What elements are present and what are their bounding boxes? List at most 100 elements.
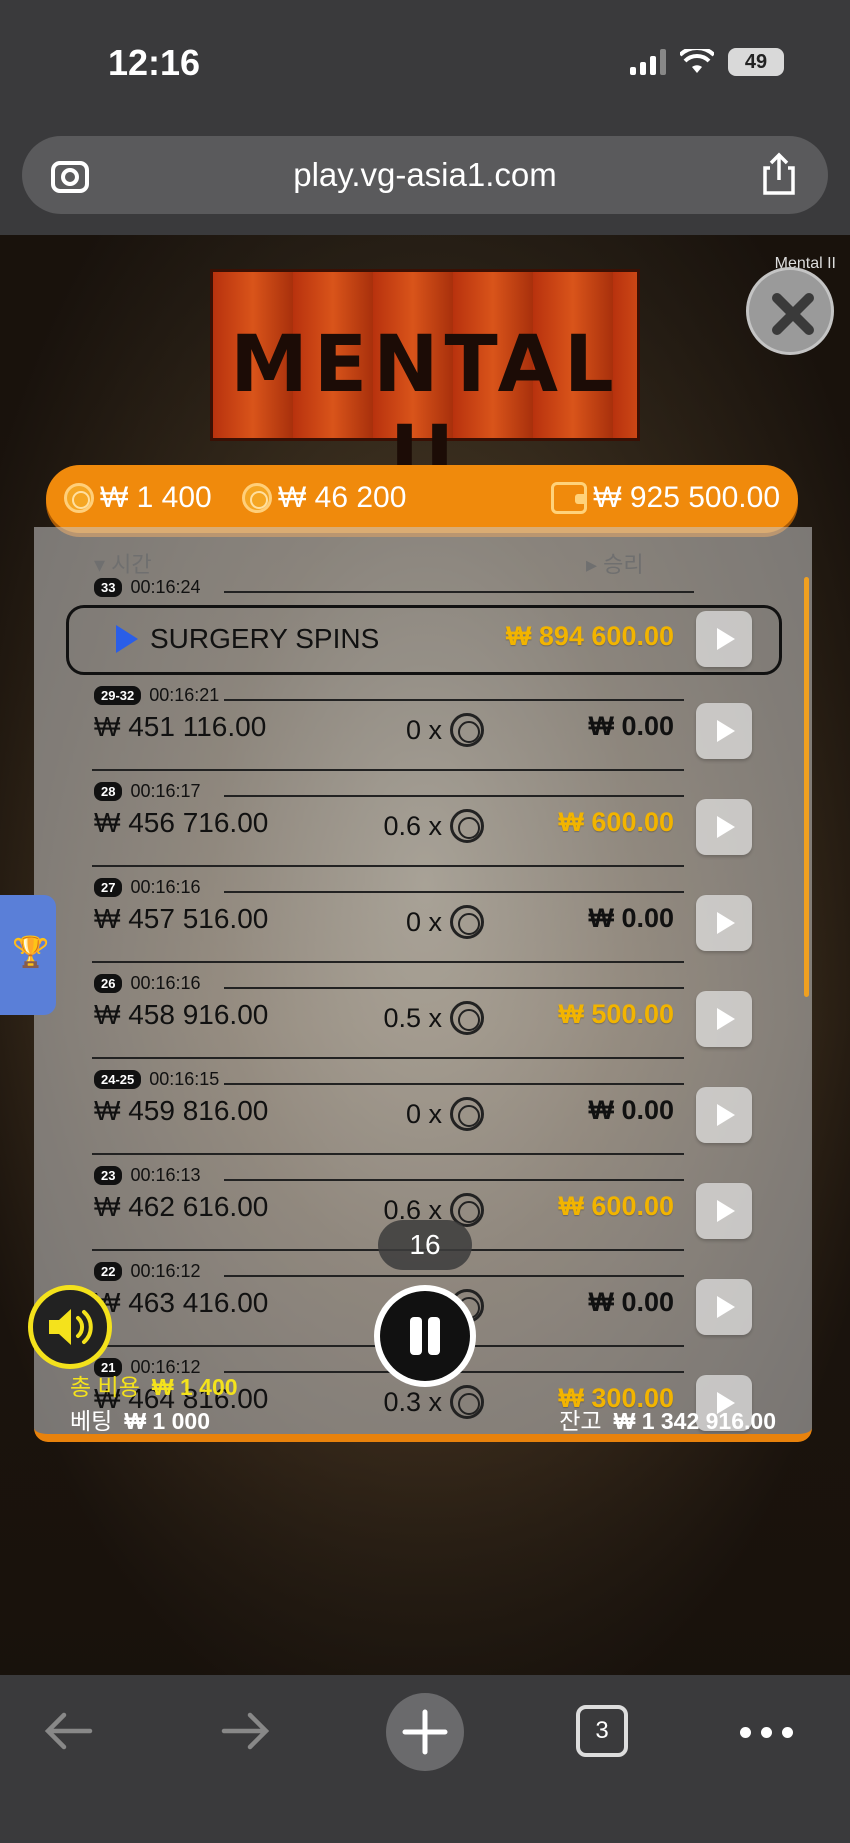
round-badge: 29-32	[94, 686, 142, 705]
time-column-header[interactable]: ▾ 시간	[94, 547, 152, 579]
row-balance: ₩ 463 416.00	[94, 1287, 269, 1318]
round-badge: 26	[94, 974, 123, 993]
row-win: ₩ 500.00	[558, 999, 674, 1029]
leaderboard-tab[interactable]: 🏆	[0, 895, 56, 1015]
new-tab-button[interactable]	[386, 1693, 464, 1771]
row-divider	[224, 1275, 684, 1277]
multiplier-value: 0 x	[405, 906, 442, 937]
row-balance: ₩ 451 116.00	[94, 711, 267, 742]
coin-icon	[64, 483, 94, 513]
sound-button[interactable]	[28, 1285, 112, 1369]
battery-icon: 49	[728, 48, 784, 76]
multiplier-value: 0.3 x	[383, 1386, 442, 1417]
row-divider	[224, 795, 684, 797]
multiplier-value: 0.5 x	[383, 1002, 442, 1033]
replay-button[interactable]	[696, 611, 752, 667]
close-icon[interactable]	[771, 292, 815, 336]
row-meta: 27 00:16:16	[94, 877, 201, 898]
bet-cost-value: ₩ 1 400	[100, 481, 212, 514]
wifi-icon	[680, 49, 714, 73]
bet-value: ₩ 1 000	[124, 1408, 210, 1434]
total-win-stat: ₩ 46 200	[242, 481, 406, 515]
round-badge: 33	[94, 578, 123, 597]
row-time: 00:16:16	[130, 877, 201, 897]
share-icon[interactable]	[760, 152, 798, 196]
row-time: 00:16:13	[130, 1165, 201, 1185]
game-area: Mental II MENTAL II ₩ 1 400 ₩ 46 200 ₩ 9…	[0, 235, 850, 1675]
surgery-text: SURGERY SPINS	[150, 623, 380, 654]
replay-button[interactable]	[696, 799, 752, 855]
trophy-icon: 🏆	[12, 936, 50, 969]
row-multiplier: 0 x	[354, 713, 484, 747]
row-win: ₩ 0.00	[588, 903, 674, 933]
close-button[interactable]	[746, 267, 834, 355]
win-column-header[interactable]: ▸ 승리	[586, 547, 644, 579]
row-meta: 23 00:16:13	[94, 1165, 201, 1186]
replay-button[interactable]	[696, 895, 752, 951]
bet-amount: 베팅 ₩ 1 000	[70, 1402, 210, 1436]
forward-arrow-icon[interactable]	[220, 1709, 272, 1753]
multiplier-value: 0.6 x	[383, 810, 442, 841]
status-bar: 12:16 49 play.vg-asia1.com	[0, 0, 850, 235]
row-divider	[224, 987, 684, 989]
replay-button[interactable]	[696, 703, 752, 759]
tabs-button[interactable]: 3	[576, 1705, 628, 1757]
pause-button[interactable]	[374, 1285, 476, 1387]
replay-button[interactable]	[696, 991, 752, 1047]
row-divider	[224, 1083, 684, 1085]
round-badge: 23	[94, 1166, 123, 1185]
row-meta: 22 00:16:12	[94, 1261, 201, 1282]
row-win: ₩ 0.00	[588, 1095, 674, 1125]
history-row[interactable]: 28 00:16:17 ₩ 456 716.00 0.6 x ₩ 600.00	[34, 771, 812, 867]
history-row[interactable]: 26 00:16:16 ₩ 458 916.00 0.5 x ₩ 500.00	[34, 963, 812, 1059]
stats-bar: ₩ 1 400 ₩ 46 200 ₩ 925 500.00	[46, 465, 798, 533]
row-win: ₩ 894 600.00	[505, 621, 674, 651]
history-row[interactable]: 24-25 00:16:15 ₩ 459 816.00 0 x ₩ 0.00	[34, 1059, 812, 1155]
surgery-label: SURGERY SPINS	[116, 623, 379, 655]
row-multiplier: 0 x	[354, 1097, 484, 1131]
total-win-value: ₩ 46 200	[278, 481, 407, 514]
coin-icon	[242, 483, 272, 513]
row-divider	[224, 591, 694, 593]
row-time: 00:16:17	[130, 781, 201, 801]
history-row[interactable]: 29-32 00:16:21 ₩ 451 116.00 0 x ₩ 0.00	[34, 675, 812, 771]
history-row[interactable]: 27 00:16:16 ₩ 457 516.00 0 x ₩ 0.00	[34, 867, 812, 963]
history-row-surgery[interactable]: 33 00:16:24 SURGERY SPINS ₩ 894 600.00	[34, 577, 812, 675]
url-text[interactable]: play.vg-asia1.com	[22, 156, 828, 194]
plus-icon	[402, 1709, 448, 1755]
row-win: ₩ 0.00	[588, 711, 674, 741]
row-win: ₩ 600.00	[558, 807, 674, 837]
row-meta: 24-25 00:16:15	[94, 1069, 219, 1090]
browser-toolbar: 3	[0, 1675, 850, 1843]
replay-button[interactable]	[696, 1279, 752, 1335]
row-divider	[92, 1441, 684, 1442]
row-divider	[224, 1179, 684, 1181]
row-time: 00:16:24	[130, 577, 201, 597]
row-multiplier: 0 x	[354, 905, 484, 939]
replay-button[interactable]	[696, 1087, 752, 1143]
row-meta: 33 00:16:24	[94, 577, 201, 598]
round-badge: 22	[94, 1262, 123, 1281]
row-balance: ₩ 458 916.00	[94, 999, 269, 1030]
pause-icon	[380, 1291, 470, 1381]
round-badge: 27	[94, 878, 123, 897]
round-badge: 28	[94, 782, 123, 801]
back-arrow-icon[interactable]	[42, 1709, 94, 1753]
balance-value: ₩ 1 342 916.00	[613, 1408, 776, 1434]
status-time: 12:16	[108, 42, 201, 83]
url-bar[interactable]: play.vg-asia1.com	[22, 136, 828, 214]
signal-icon	[630, 49, 666, 75]
multiplier-value: 0 x	[405, 1098, 442, 1129]
pause-bar	[428, 1317, 440, 1355]
wallet-stat: ₩ 925 500.00	[551, 481, 780, 515]
more-options-icon[interactable]	[740, 1727, 793, 1738]
total-cost: 총 비용 ₩ 1 400	[70, 1368, 238, 1402]
replay-button[interactable]	[696, 1183, 752, 1239]
row-time: 00:16:21	[149, 685, 220, 705]
row-divider	[224, 699, 684, 701]
wallet-icon	[551, 482, 588, 514]
wallet-value: ₩ 925 500.00	[593, 481, 780, 514]
row-balance: ₩ 462 616.00	[94, 1191, 269, 1222]
row-multiplier: 0.5 x	[354, 1001, 484, 1035]
row-meta: 28 00:16:17	[94, 781, 201, 802]
